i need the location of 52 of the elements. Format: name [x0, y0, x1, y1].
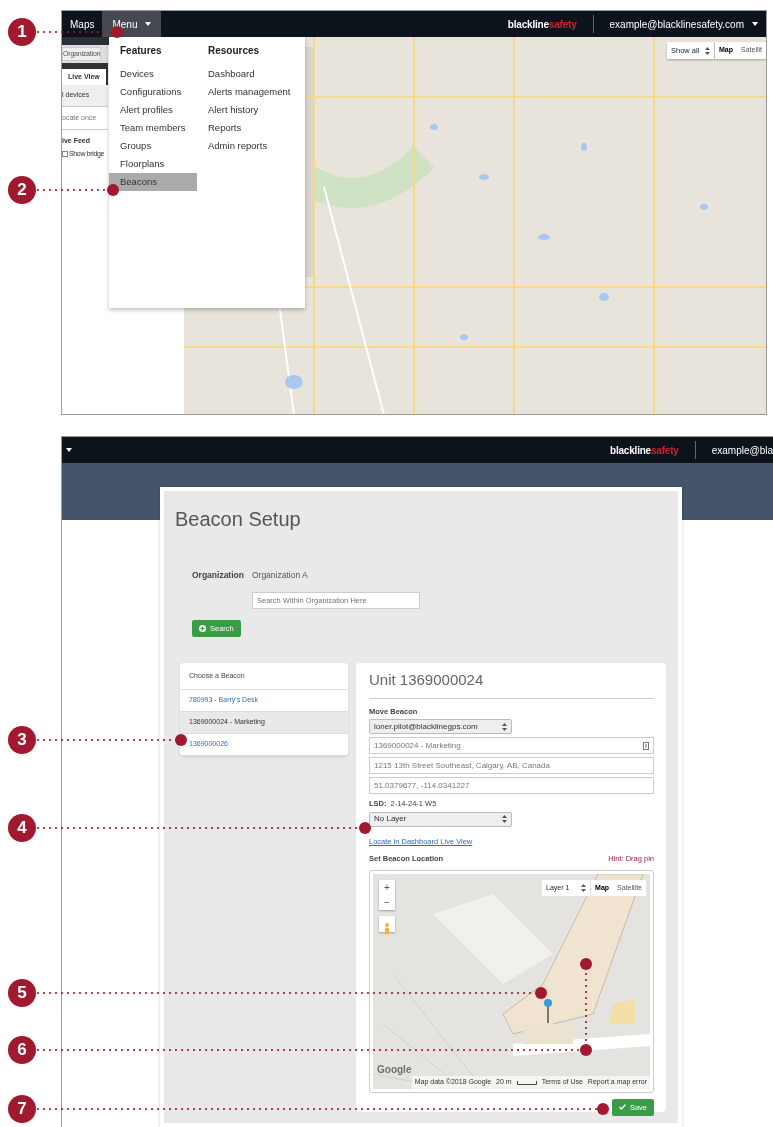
- caret-icon: [66, 448, 72, 452]
- menu-heading: Features: [120, 45, 163, 57]
- callout-number: 1: [8, 18, 36, 46]
- menu-item[interactable]: Configurations: [109, 83, 197, 101]
- map-pin-icon: [544, 998, 552, 1023]
- organization-value: Organization A: [251, 569, 308, 582]
- callout-number: 5: [8, 979, 36, 1007]
- caret-icon: [752, 22, 758, 26]
- maps-link[interactable]: Maps: [62, 16, 103, 32]
- menu-item[interactable]: Groups: [109, 137, 197, 155]
- menu-item[interactable]: Reports: [197, 119, 305, 137]
- menu-item[interactable]: Admin reports: [197, 137, 305, 155]
- menu-item[interactable]: Team members: [109, 119, 197, 137]
- callout-number: 7: [8, 1095, 36, 1123]
- owner-select[interactable]: loner.pilot@blacklinegps.com: [369, 719, 512, 735]
- sort-arrows-icon: [581, 883, 586, 892]
- menu-item[interactable]: Alert profiles: [109, 101, 197, 119]
- menu-item[interactable]: Alerts management: [197, 83, 305, 101]
- unit-title: Unit 1369000024: [369, 671, 485, 689]
- menu-button[interactable]: Menu: [102, 11, 162, 37]
- callout-number: 2: [8, 176, 36, 204]
- name-field[interactable]: 1369000024 - Marketing: [369, 737, 654, 755]
- scale-bar-icon: [516, 1080, 537, 1085]
- sort-arrows-icon: [705, 46, 710, 55]
- menu-item[interactable]: Beacons: [109, 173, 197, 191]
- callout-number: 4: [8, 814, 36, 842]
- logo: blacklinesafety: [507, 17, 577, 32]
- contact-card-icon: [643, 741, 649, 750]
- callout-number: 6: [8, 1036, 36, 1064]
- organization-label: Organization: [192, 569, 244, 582]
- address-field[interactable]: 1215 13th Street Southeast, Calgary, AB, Canada: [369, 757, 654, 775]
- logo: blacklinesafety: [610, 443, 679, 458]
- check-icon: [618, 1104, 626, 1111]
- plus-circle-icon: [199, 624, 206, 632]
- zoom-in-button[interactable]: +: [379, 879, 395, 895]
- map-logo: Google: [377, 1062, 412, 1077]
- caret-icon: [145, 22, 152, 26]
- menu-item[interactable]: Devices: [109, 65, 197, 83]
- menu-heading: Resources: [208, 45, 261, 57]
- menu-item[interactable]: Floorplans: [109, 155, 197, 173]
- sort-arrows-icon: [502, 722, 507, 731]
- zoom-out-button[interactable]: −: [379, 894, 395, 910]
- menu-item[interactable]: Alert history: [197, 101, 305, 119]
- menu-item[interactable]: Dashboard: [197, 65, 305, 83]
- callout-number: 3: [8, 726, 36, 754]
- user-email[interactable]: example@bla: [711, 442, 773, 458]
- page-title: Beacon Setup: [175, 507, 302, 531]
- coordinates-field[interactable]: 51.0379677, -114.0341227: [369, 777, 654, 795]
- checkbox[interactable]: [62, 150, 68, 157]
- sort-arrows-icon: [502, 815, 507, 823]
- layer-select[interactable]: No Layer: [369, 811, 512, 827]
- user-email[interactable]: example@blacklinesafety.com: [609, 16, 744, 32]
